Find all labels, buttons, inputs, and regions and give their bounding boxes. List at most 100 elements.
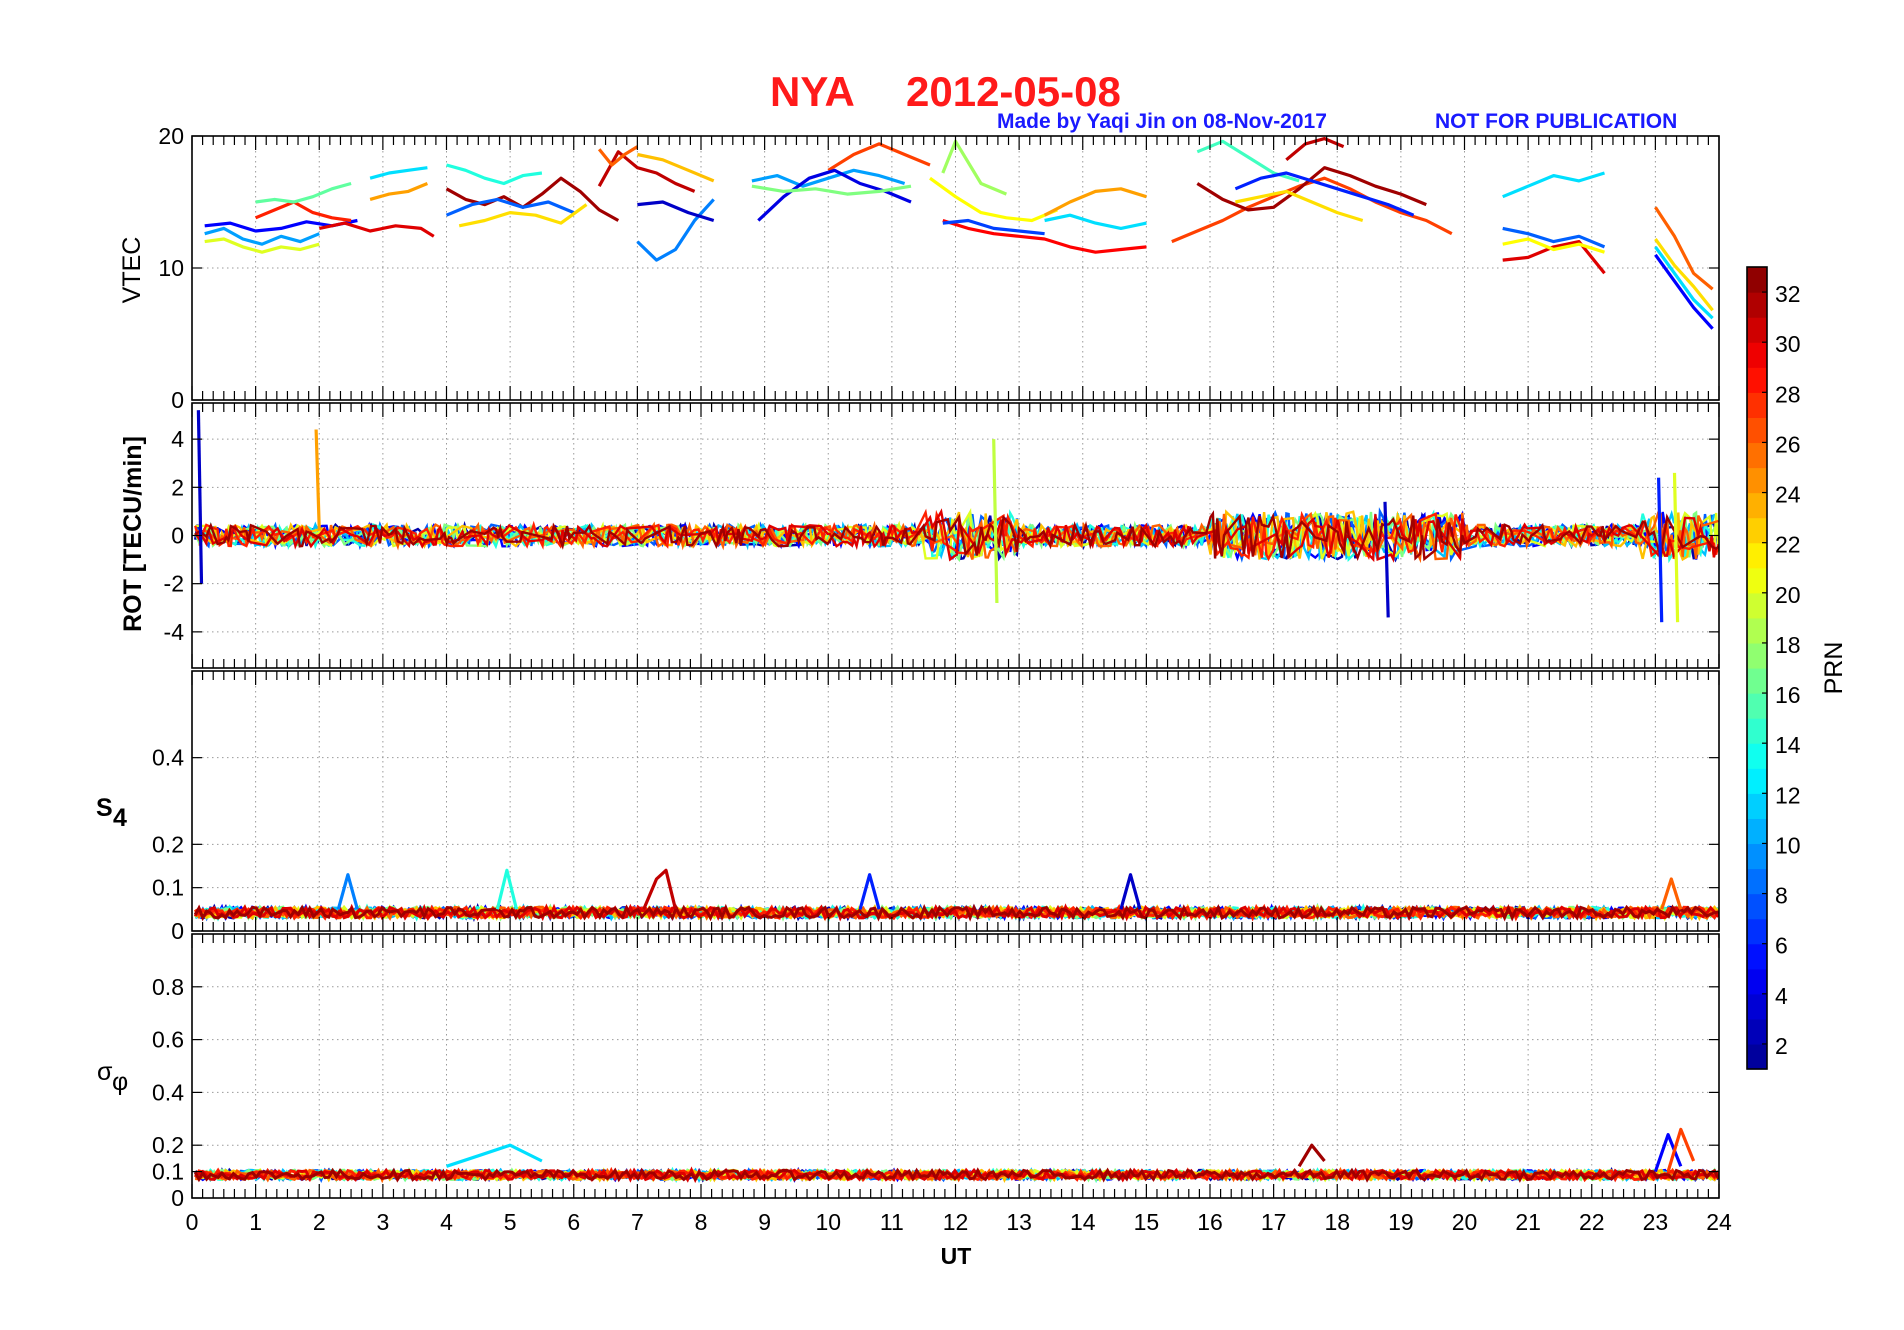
x-tick-label: 17 xyxy=(1261,1209,1287,1235)
svg-text:σ: σ xyxy=(97,1058,113,1086)
x-axis-label: UT xyxy=(941,1243,972,1269)
x-tick-label: 21 xyxy=(1515,1209,1541,1235)
y-tick-label: 0.8 xyxy=(152,974,184,1000)
x-tick-label: 13 xyxy=(1006,1209,1032,1235)
y-tick-label: 0.2 xyxy=(152,1132,184,1158)
colorbar-tick-label: 20 xyxy=(1775,582,1801,608)
plot-area xyxy=(193,868,1719,922)
plot-area xyxy=(194,410,1719,623)
y-tick-label: 10 xyxy=(158,255,184,281)
colorbar-tick-label: 10 xyxy=(1775,832,1801,858)
y-tick-label: 0.4 xyxy=(152,1079,184,1105)
series-line xyxy=(642,868,678,910)
series-line xyxy=(336,873,359,910)
y-tick-label: 0.4 xyxy=(152,745,184,771)
series-line xyxy=(314,429,321,531)
x-tick-label: 5 xyxy=(504,1209,517,1235)
colorbar-swatch xyxy=(1747,517,1767,544)
colorbar-swatch xyxy=(1747,743,1767,769)
series-line xyxy=(827,142,931,172)
series-line xyxy=(858,873,881,910)
series-line xyxy=(495,868,519,910)
series-line xyxy=(1502,226,1606,249)
series-line xyxy=(1654,253,1714,330)
plot-area xyxy=(204,137,1714,330)
colorbar-swatch xyxy=(1747,642,1767,669)
colorbar-swatch xyxy=(1747,868,1767,895)
colorbar-swatch xyxy=(1747,818,1767,845)
x-tick-label: 6 xyxy=(567,1209,580,1235)
y-tick-label: 0.2 xyxy=(152,831,184,857)
colorbar-tick-label: 24 xyxy=(1775,482,1801,508)
colorbar-swatch xyxy=(1747,467,1767,494)
x-tick-label: 0 xyxy=(186,1209,199,1235)
series-line xyxy=(941,139,1008,196)
series-line xyxy=(1044,213,1147,230)
x-tick-label: 19 xyxy=(1388,1209,1414,1235)
y-tick-label: -4 xyxy=(164,619,185,645)
series-line xyxy=(446,163,543,186)
colorbar-swatch xyxy=(1747,968,1767,995)
series-line xyxy=(318,221,435,238)
series-line xyxy=(369,182,429,201)
y-tick-label: 4 xyxy=(171,426,184,452)
series-line xyxy=(929,176,1058,223)
series-line xyxy=(942,218,1147,254)
series-line xyxy=(369,166,428,180)
colorbar-swatch xyxy=(1747,442,1767,469)
plot-area xyxy=(193,1127,1719,1184)
y-tick-label: -2 xyxy=(164,571,184,597)
colorbar-tick-label: 4 xyxy=(1775,983,1788,1009)
colorbar-label: PRN xyxy=(1820,642,1848,695)
colorbar-swatch xyxy=(1747,417,1767,444)
colorbar-swatch xyxy=(1747,392,1767,418)
colorbar-swatch xyxy=(1747,1018,1767,1045)
colorbar-tick-label: 28 xyxy=(1775,381,1801,407)
x-tick-label: 15 xyxy=(1134,1209,1160,1235)
colorbar-swatch xyxy=(1747,943,1767,970)
series-line xyxy=(196,410,204,584)
colorbar-swatch xyxy=(1747,893,1767,920)
colorbar-swatch xyxy=(1747,342,1767,368)
sigma-phi-ylabel: σ φ xyxy=(97,1058,128,1096)
y-tick-label: 0 xyxy=(171,387,184,413)
svg-text:φ: φ xyxy=(112,1068,128,1096)
series-line xyxy=(1672,472,1680,623)
x-tick-label: 16 xyxy=(1197,1209,1223,1235)
series-line xyxy=(255,181,352,204)
colorbar-swatch xyxy=(1747,317,1767,343)
series-line xyxy=(1119,873,1142,910)
credit-made-by: Made by Yaqi Jin on 08-Nov-2017 xyxy=(997,110,1327,133)
series-line xyxy=(1657,477,1664,623)
colorbar-tick-label: 22 xyxy=(1775,532,1801,558)
colorbar-swatch xyxy=(1747,768,1767,794)
series-line xyxy=(992,439,999,604)
x-tick-label: 4 xyxy=(440,1209,453,1235)
x-tick-label: 23 xyxy=(1643,1209,1669,1235)
x-tick-label: 11 xyxy=(880,1209,904,1235)
series-line xyxy=(1171,176,1453,244)
y-tick-label: 0.6 xyxy=(152,1027,184,1053)
x-tick-label: 1 xyxy=(249,1209,262,1235)
colorbar-swatch xyxy=(1747,292,1767,318)
y-tick-label: 0 xyxy=(171,523,184,549)
colorbar-tick-label: 26 xyxy=(1775,431,1801,457)
colorbar-tick-label: 12 xyxy=(1775,782,1801,808)
colorbar-swatch xyxy=(1747,492,1767,519)
x-tick-label: 18 xyxy=(1324,1209,1350,1235)
chart-title-station: NYA xyxy=(770,68,855,115)
panel-frame xyxy=(191,933,1720,1199)
series-line xyxy=(445,1143,543,1168)
colorbar-tick-label: 8 xyxy=(1775,883,1788,909)
series-line xyxy=(1654,238,1714,312)
colorbar-swatch xyxy=(1747,542,1767,569)
y-tick-label: 2 xyxy=(171,474,184,500)
x-tick-label: 2 xyxy=(313,1209,326,1235)
series-line xyxy=(254,200,352,223)
colorbar-swatch xyxy=(1747,793,1767,819)
svg-text:S: S xyxy=(96,794,113,822)
svg-text:4: 4 xyxy=(113,804,127,832)
x-tick-label: 10 xyxy=(815,1209,841,1235)
rot-panel: -4 -2 0 2 4 xyxy=(164,402,1720,669)
s4-ylabel: S 4 xyxy=(96,794,127,832)
